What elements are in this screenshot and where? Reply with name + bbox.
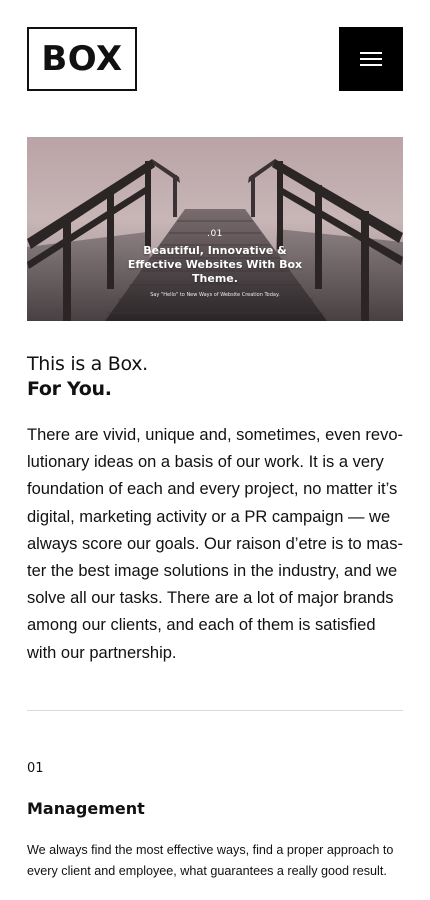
site-header: BOX [27, 27, 403, 91]
intro-paragraph: There are vivid, unique and, sometimes, … [27, 426, 404, 662]
hero-text: .01 Beautiful, Innovative & Effective We… [27, 229, 403, 298]
hero-banner: .01 Beautiful, Innovative & Effective We… [27, 137, 403, 321]
hero-subtitle: Say "Hello" to New Ways of Website Creat… [150, 292, 280, 298]
intro-heading: This is a Box. For You. [27, 352, 403, 402]
logo[interactable]: BOX [27, 27, 137, 91]
hero-slide-number: .01 [207, 229, 223, 239]
menu-button[interactable] [339, 27, 403, 91]
intro-line-light: This is a Box. [27, 353, 148, 375]
intro-line-bold: For You. [27, 378, 112, 400]
hamburger-menu-icon [360, 52, 382, 66]
feature-number: 01 [27, 761, 44, 776]
section-divider [27, 710, 403, 711]
feature-description: We always find the most effective ways, … [27, 843, 394, 878]
hero-title: Beautiful, Innovative & Effective Websit… [127, 244, 303, 285]
feature-title: Management [27, 799, 145, 818]
